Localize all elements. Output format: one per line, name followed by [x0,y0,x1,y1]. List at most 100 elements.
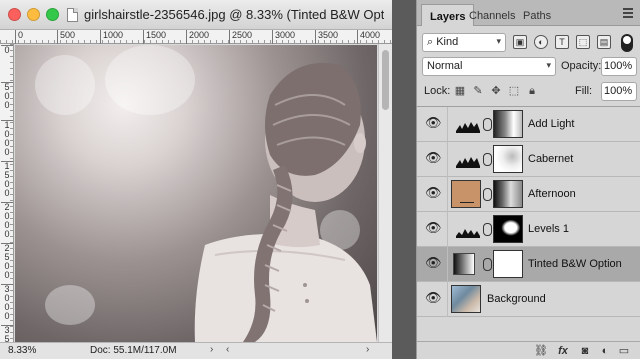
status-bar: 8.33% Doc: 55.1M/117.0M › ‹ › [0,342,392,359]
eye-icon[interactable]: 👁︎ [425,221,442,234]
close-window-button[interactable] [8,8,21,21]
document-window: girlshairstle-2356546.jpg @ 8.33% (Tinte… [0,0,392,359]
ruler-tick-label: 2 0 0 0 [1,202,13,239]
layer-row-background[interactable]: 👁︎ Background [417,282,640,317]
ruler-tick-label: 3 0 0 0 [1,284,13,321]
ruler-tick-label: 1 0 0 0 [1,120,13,157]
chevron-down-icon: ▾ [496,36,501,46]
filter-kind-value: Kind [436,36,459,48]
layer-name[interactable]: Add Light [528,118,574,130]
horizontal-scrollbar[interactable]: ‹ › [226,344,376,356]
layer-mask-thumbnail[interactable] [493,250,523,278]
layer-mask-thumbnail[interactable] [493,110,523,138]
layer-name[interactable]: Cabernet [528,153,573,165]
shape-filter-icon[interactable]: ⬚ [576,35,590,49]
fill-label: Fill: [575,85,593,97]
layer-mask-thumbnail[interactable] [493,180,523,208]
link-icon[interactable] [483,188,492,201]
ruler-tick-label: 2000 [186,30,209,44]
ruler-tick-label: 0 [15,30,23,44]
eye-icon[interactable]: 👁︎ [425,116,442,129]
layer-row-tinted-bw-option[interactable]: 👁︎ Tinted B&W Option [417,247,640,282]
fx-icon[interactable]: fx [555,344,571,358]
layer-thumbnail[interactable] [451,285,481,313]
layer-mask-thumbnail[interactable] [493,145,523,173]
lock-transparent-icon[interactable]: ▦ [453,84,467,98]
filter-row: ⌕ Kind ▾ ▣ ◐ T ⬚ ▤ [417,33,640,53]
lock-artboard-icon[interactable]: ⬚ [507,84,521,98]
document-titlebar[interactable]: girlshairstle-2356546.jpg @ 8.33% (Tinte… [0,0,392,30]
dress-button [305,299,309,303]
layer-row-cabernet[interactable]: 👁︎ Cabernet [417,142,640,177]
levels-adjustment-icon[interactable] [453,220,483,242]
layer-name[interactable]: Background [487,293,546,305]
layer-name[interactable]: Afternoon [528,188,576,200]
photo-subject [194,63,377,342]
curves-adjustment-icon[interactable] [453,115,483,137]
panel-dock-gap [392,0,416,359]
scroll-right-icon[interactable]: › [366,344,369,355]
fill-field[interactable]: 100% [601,82,637,101]
tab-paths[interactable]: Paths [515,4,559,26]
layers-list: 👁︎ Add Light 👁︎ Cabernet 👁︎ Afternoon 👁︎… [417,106,640,340]
eye-icon[interactable]: 👁︎ [425,291,442,304]
horizontal-ruler[interactable]: 0 500 1000 1500 2000 2500 3000 3500 4000 [0,30,392,44]
status-menu-arrow[interactable]: › [210,344,213,355]
curves-adjustment-icon[interactable] [453,150,483,172]
link-layers-icon[interactable]: ⛓︎ [533,344,549,358]
add-mask-icon[interactable]: ◙ [577,344,593,358]
layer-row-afternoon[interactable]: 👁︎ Afternoon [417,177,640,212]
eye-icon[interactable]: 👁︎ [425,151,442,164]
opacity-field[interactable]: 100% [601,57,637,76]
solid-color-swatch[interactable] [451,180,481,208]
new-adjustment-icon[interactable]: ◐ [597,344,613,358]
new-group-icon[interactable]: ▭ [616,344,632,358]
eye-icon[interactable]: 👁︎ [425,256,442,269]
smart-object-filter-icon[interactable]: ▤ [597,35,611,49]
lock-position-icon[interactable]: ✥ [489,84,503,98]
dress-shape [194,233,377,342]
panel-tabs: Layers Channels Paths [417,0,640,26]
ruler-tick-label: 1 5 0 0 [1,161,13,198]
vertical-ruler[interactable]: 0 5 0 0 1 0 0 0 1 5 0 0 2 0 0 0 2 5 0 0 … [0,44,14,344]
lock-label: Lock: [424,85,451,97]
eye-icon[interactable]: 👁︎ [425,186,442,199]
image-canvas[interactable] [15,45,377,342]
zoom-level[interactable]: 8.33% [8,345,36,356]
vertical-scrollbar[interactable] [378,44,392,342]
ruler-tick-label: 2500 [229,30,252,44]
filter-toggle-switch[interactable] [621,34,633,52]
minimize-window-button[interactable] [27,8,40,21]
opacity-label: Opacity: [561,60,602,72]
layer-name[interactable]: Levels 1 [528,223,569,235]
link-icon[interactable] [483,223,492,236]
ruler-tick-label: 3500 [315,30,338,44]
link-icon[interactable] [483,258,492,271]
scrollbar-thumb[interactable] [382,50,389,110]
document-size: Doc: 55.1M/117.0M [90,345,177,356]
ear-shape [354,133,366,153]
type-filter-icon[interactable]: T [555,35,569,49]
layer-mask-thumbnail[interactable] [493,215,523,243]
adjustment-filter-icon[interactable]: ◐ [534,35,548,49]
lock-image-icon[interactable]: ✎ [471,84,485,98]
layer-name[interactable]: Tinted B&W Option [528,258,622,270]
ruler-tick-label: 4000 [357,30,380,44]
link-icon[interactable] [483,118,492,131]
lock-all-icon[interactable]: 🔒︎ [525,84,539,98]
layer-row-add-light[interactable]: 👁︎ Add Light [417,107,640,142]
link-icon[interactable] [483,153,492,166]
search-icon: ⌕ [427,36,437,48]
scroll-left-icon[interactable]: ‹ [226,344,229,355]
layer-row-levels-1[interactable]: 👁︎ Levels 1 [417,212,640,247]
layers-panel-toolbar: ⛓︎ fx ◙ ◐ ▭ [417,341,640,359]
filter-kind-dropdown[interactable]: ⌕ Kind ▾ [422,33,506,52]
pixel-filter-icon[interactable]: ▣ [513,35,527,49]
gradient-map-icon[interactable] [453,253,475,275]
blend-row: Normal ▾ Opacity: 100% [417,57,640,77]
maximize-window-button[interactable] [46,8,59,21]
panel-menu-icon[interactable] [623,8,633,20]
blend-mode-dropdown[interactable]: Normal ▾ [422,57,556,76]
ruler-tick-label: 2 5 0 0 [1,243,13,280]
layers-panel: Layers Channels Paths ⌕ Kind ▾ ▣ ◐ T ⬚ ▤… [416,0,640,359]
